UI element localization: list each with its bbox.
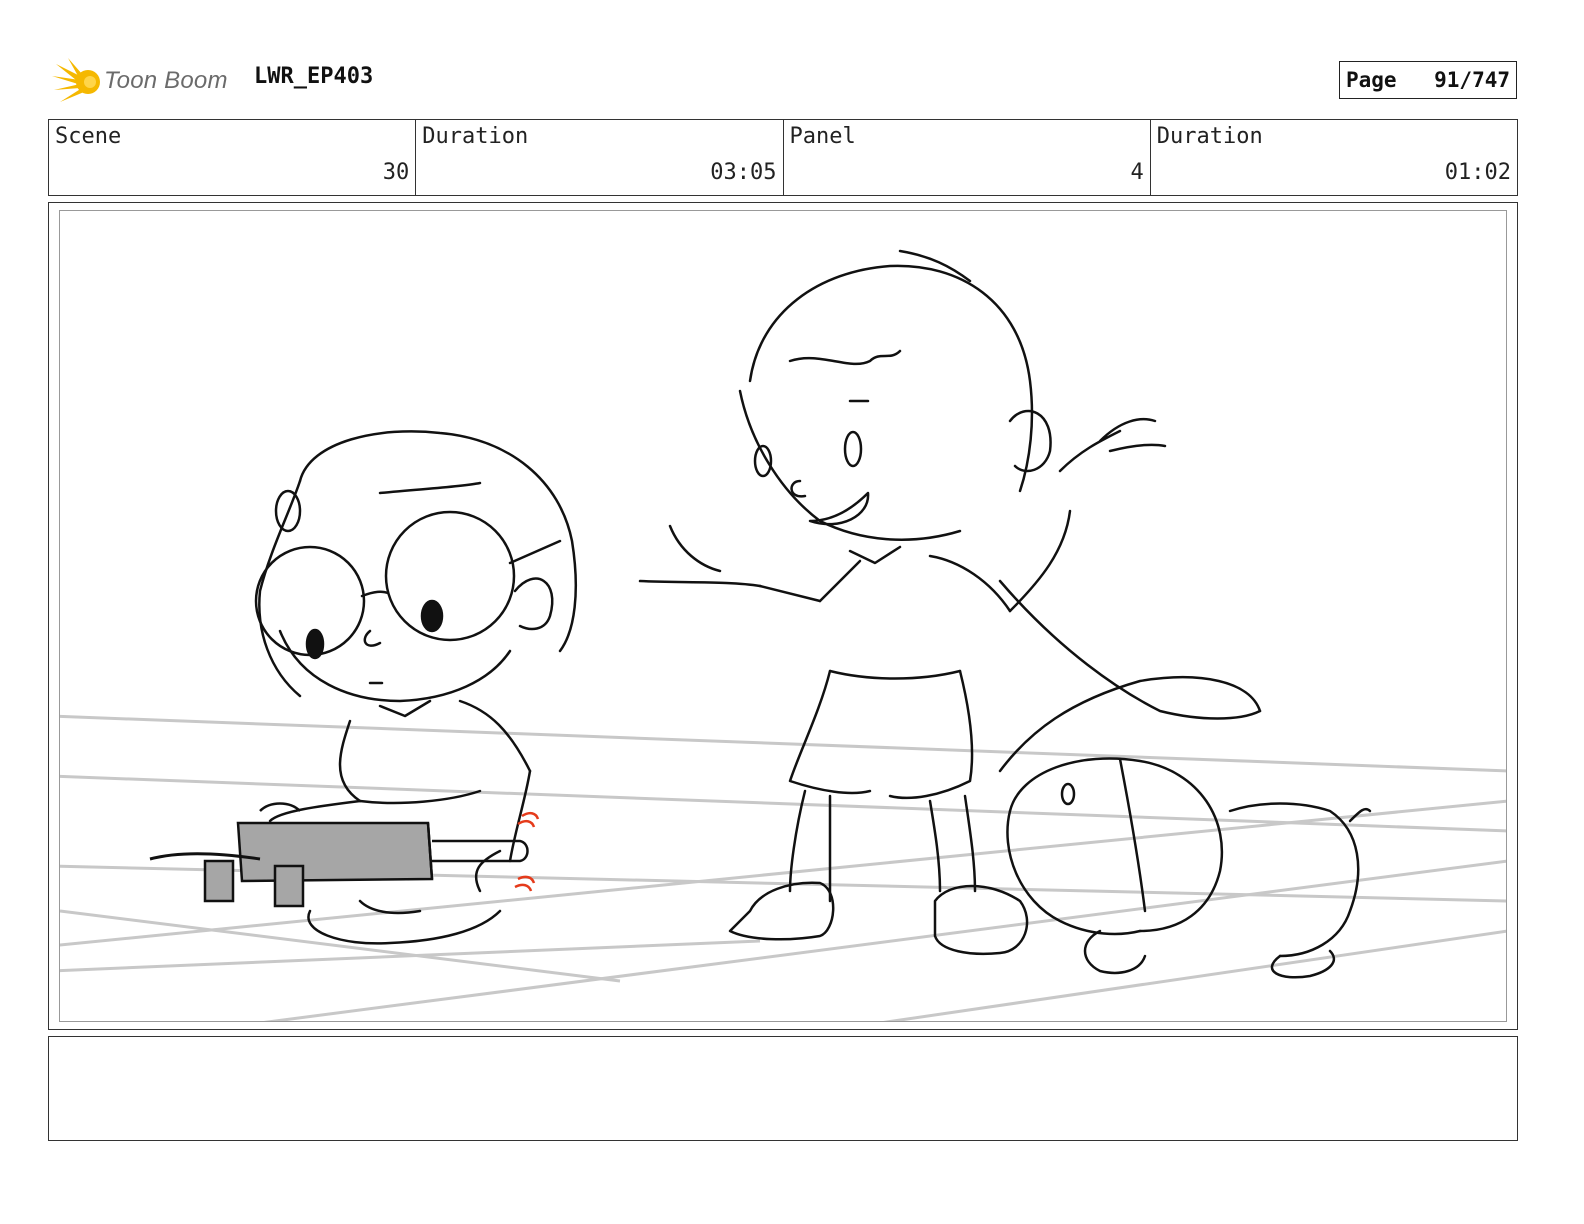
scene-duration-label: Duration <box>422 124 529 149</box>
panel-image <box>59 210 1507 1022</box>
scene-duration-value: 03:05 <box>710 160 777 185</box>
scene-cell: Scene 30 <box>49 120 417 195</box>
storyboard-sketch <box>60 249 1506 1021</box>
panel-duration-value: 01:02 <box>1444 160 1511 185</box>
panel-duration-label: Duration <box>1156 124 1263 149</box>
page-value: 91/747 <box>1434 68 1510 92</box>
panel-duration-cell: Duration 01:02 <box>1151 120 1517 195</box>
scene-value: 30 <box>382 160 410 185</box>
page-label: Page <box>1346 68 1397 92</box>
project-title: LWR_EP403 <box>254 64 374 89</box>
page-indicator: Page 91/747 <box>1339 61 1517 99</box>
scene-duration-cell: Duration 03:05 <box>416 120 784 195</box>
panel-value: 4 <box>1130 160 1144 185</box>
dog-character <box>998 676 1372 979</box>
panel-cell: Panel 4 <box>784 120 1151 195</box>
scene-label: Scene <box>55 124 122 149</box>
panel-info-row: Scene 30 Duration 03:05 Panel 4 Duration… <box>48 119 1518 196</box>
starburst-icon <box>52 58 100 102</box>
boy-character <box>638 249 1262 956</box>
panel-label: Panel <box>789 124 856 149</box>
brand-name: Toon Boom <box>104 67 228 94</box>
toy-box-prop <box>149 802 529 908</box>
toon-boom-logo: Toon Boom <box>50 56 228 106</box>
panel-notes <box>48 1036 1518 1141</box>
